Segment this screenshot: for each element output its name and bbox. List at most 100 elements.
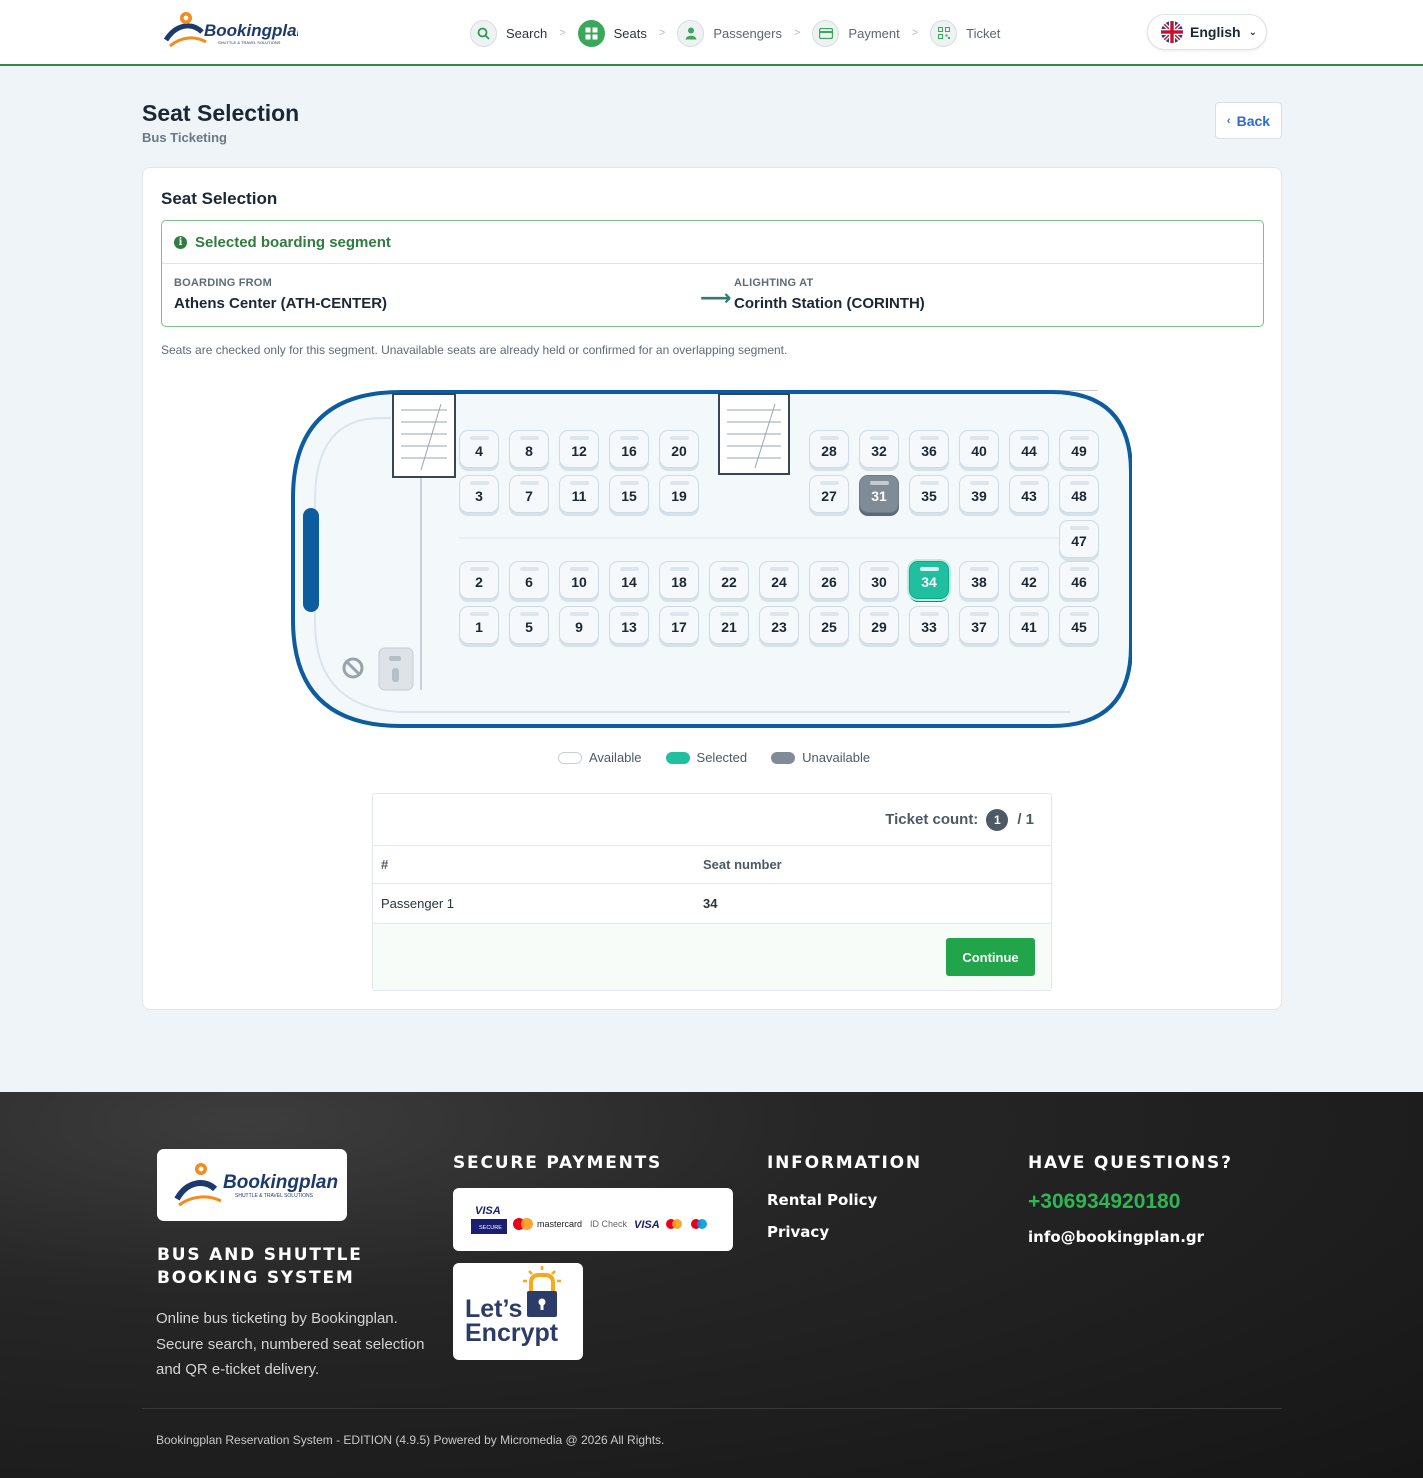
visa-logo: VISA bbox=[475, 1205, 501, 1217]
seat-40[interactable]: 40 bbox=[959, 430, 999, 468]
seat-28[interactable]: 28 bbox=[809, 430, 849, 468]
footer-logo[interactable]: Bookingplan SHUTTLE & TRAVEL SOLUTIONS bbox=[157, 1149, 347, 1221]
bus-body bbox=[291, 390, 1132, 728]
alighting-value: Corinth Station (CORINTH) bbox=[734, 295, 925, 312]
ticket-count: Ticket count: 1 / 1 bbox=[373, 794, 1051, 846]
seat-38[interactable]: 38 bbox=[959, 561, 999, 599]
footer-brand-heading: BUS AND SHUTTLE BOOKING SYSTEM bbox=[157, 1245, 363, 1288]
step-seats-label: Seats bbox=[613, 25, 647, 41]
language-selector[interactable]: English ⌄ bbox=[1147, 14, 1267, 50]
chevron-left-icon: ‹ bbox=[1226, 114, 1231, 127]
seat-22[interactable]: 22 bbox=[709, 561, 749, 599]
footer: Bookingplan SHUTTLE & TRAVEL SOLUTIONS B… bbox=[0, 1092, 1423, 1478]
step-passengers[interactable]: Passengers bbox=[677, 19, 782, 47]
seat-30[interactable]: 30 bbox=[859, 561, 899, 599]
step-ticket[interactable]: Ticket bbox=[930, 19, 1001, 47]
seat-43[interactable]: 43 bbox=[1009, 475, 1049, 513]
legend-swatch bbox=[558, 751, 582, 764]
step-ticket-label: Ticket bbox=[966, 25, 1001, 41]
page-subtitle: Bus Ticketing bbox=[142, 130, 228, 145]
alighting-label: ALIGHTING AT bbox=[734, 277, 814, 289]
arrow-right-icon: ⟶ bbox=[700, 285, 732, 310]
ticket-summary: Ticket count: 1 / 1 # Seat number Passen… bbox=[372, 793, 1052, 991]
continue-button[interactable]: Continue bbox=[946, 938, 1035, 976]
seat-20[interactable]: 20 bbox=[659, 430, 699, 468]
legend-swatch bbox=[771, 751, 796, 764]
seat-7[interactable]: 7 bbox=[509, 475, 549, 513]
seat-11[interactable]: 11 bbox=[559, 475, 599, 513]
seat-36[interactable]: 36 bbox=[909, 430, 949, 468]
card-icon bbox=[812, 19, 840, 47]
seat-selection-card: Seat Selection i Selected boarding segme… bbox=[142, 167, 1282, 1010]
letsencrypt-text-2: Encrypt bbox=[465, 1319, 559, 1347]
bus-door bbox=[303, 508, 319, 612]
footer-divider bbox=[142, 1408, 1282, 1409]
seat-46[interactable]: 46 bbox=[1059, 561, 1099, 599]
seat-49[interactable]: 49 bbox=[1059, 430, 1099, 468]
seat-45[interactable]: 45 bbox=[1059, 606, 1099, 644]
seat-9[interactable]: 9 bbox=[559, 606, 599, 644]
qr-icon bbox=[930, 19, 958, 47]
seat-48[interactable]: 48 bbox=[1059, 475, 1099, 513]
seat-2[interactable]: 2 bbox=[459, 561, 499, 599]
step-search-label: Search bbox=[506, 25, 548, 41]
seat-10[interactable]: 10 bbox=[559, 561, 599, 599]
step-passengers-label: Passengers bbox=[713, 25, 782, 41]
seat-33[interactable]: 33 bbox=[909, 606, 949, 644]
seat-21[interactable]: 21 bbox=[709, 606, 749, 644]
seat-15[interactable]: 15 bbox=[609, 475, 649, 513]
seat-5[interactable]: 5 bbox=[509, 606, 549, 644]
seat-35[interactable]: 35 bbox=[909, 475, 949, 513]
seat-47[interactable]: 47 bbox=[1059, 520, 1099, 558]
ticket-footer: Continue bbox=[373, 924, 1051, 990]
seat-24[interactable]: 24 bbox=[759, 561, 799, 599]
privacy-link[interactable]: Privacy bbox=[767, 1223, 829, 1241]
visa-logo: VISA bbox=[634, 1219, 660, 1231]
segment-heading-text: Selected boarding segment bbox=[195, 233, 391, 251]
seat-4[interactable]: 4 bbox=[459, 430, 499, 468]
secure-label: SECURE bbox=[479, 1225, 502, 1231]
seat-14[interactable]: 14 bbox=[609, 561, 649, 599]
seat-8[interactable]: 8 bbox=[509, 430, 549, 468]
seat-26[interactable]: 26 bbox=[809, 561, 849, 599]
legend-available: Available bbox=[558, 750, 642, 765]
seat-23[interactable]: 23 bbox=[759, 606, 799, 644]
ticket-table-header: # Seat number bbox=[373, 846, 1051, 884]
seats-icon bbox=[577, 19, 605, 47]
seat-6[interactable]: 6 bbox=[509, 561, 549, 599]
step-payment[interactable]: Payment bbox=[812, 19, 900, 47]
top-header: Bookingplan SHUTTLE & TRAVEL SOLUTIONS S… bbox=[0, 0, 1423, 66]
footer-phone[interactable]: +306934920180 bbox=[1028, 1190, 1180, 1214]
seat-18[interactable]: 18 bbox=[659, 561, 699, 599]
boarding-segment-box: i Selected boarding segment BOARDING FRO… bbox=[161, 220, 1264, 327]
seat-16[interactable]: 16 bbox=[609, 430, 649, 468]
seat-39[interactable]: 39 bbox=[959, 475, 999, 513]
seat-27[interactable]: 27 bbox=[809, 475, 849, 513]
ticket-count-total: / 1 bbox=[1017, 811, 1034, 828]
bus-seat-map: 4 8 12 16 20 28 32 36 40 44 49 3 7 11 15 19 27 31 35 39 43 48… bbox=[291, 390, 1132, 728]
seat-19[interactable]: 19 bbox=[659, 475, 699, 513]
seat-13[interactable]: 13 bbox=[609, 606, 649, 644]
step-seats[interactable]: Seats bbox=[577, 19, 647, 47]
seat-12[interactable]: 12 bbox=[559, 430, 599, 468]
search-icon bbox=[470, 19, 497, 47]
step-search[interactable]: Search bbox=[470, 19, 548, 47]
rental-policy-link[interactable]: Rental Policy bbox=[767, 1191, 877, 1209]
seat-3[interactable]: 3 bbox=[459, 475, 499, 513]
table-row: Passenger 1 34 bbox=[373, 884, 1051, 924]
seat-25[interactable]: 25 bbox=[809, 606, 849, 644]
seat-17[interactable]: 17 bbox=[659, 606, 699, 644]
legend-label: Selected bbox=[696, 750, 748, 765]
back-button[interactable]: ‹ Back bbox=[1215, 102, 1282, 139]
seat-42[interactable]: 42 bbox=[1009, 561, 1049, 599]
footer-email[interactable]: info@bookingplan.gr bbox=[1028, 1228, 1204, 1246]
seat-29[interactable]: 29 bbox=[859, 606, 899, 644]
bookingplan-logo[interactable]: Bookingplan SHUTTLE & TRAVEL SOLUTIONS bbox=[162, 10, 307, 52]
seat-41[interactable]: 41 bbox=[1009, 606, 1049, 644]
seat-1[interactable]: 1 bbox=[459, 606, 499, 644]
seat-32[interactable]: 32 bbox=[859, 430, 899, 468]
seat-44[interactable]: 44 bbox=[1009, 430, 1049, 468]
seat-34[interactable]: 34 bbox=[909, 561, 949, 599]
seat-37[interactable]: 37 bbox=[959, 606, 999, 644]
footer-payments-heading: SECURE PAYMENTS bbox=[453, 1153, 663, 1173]
